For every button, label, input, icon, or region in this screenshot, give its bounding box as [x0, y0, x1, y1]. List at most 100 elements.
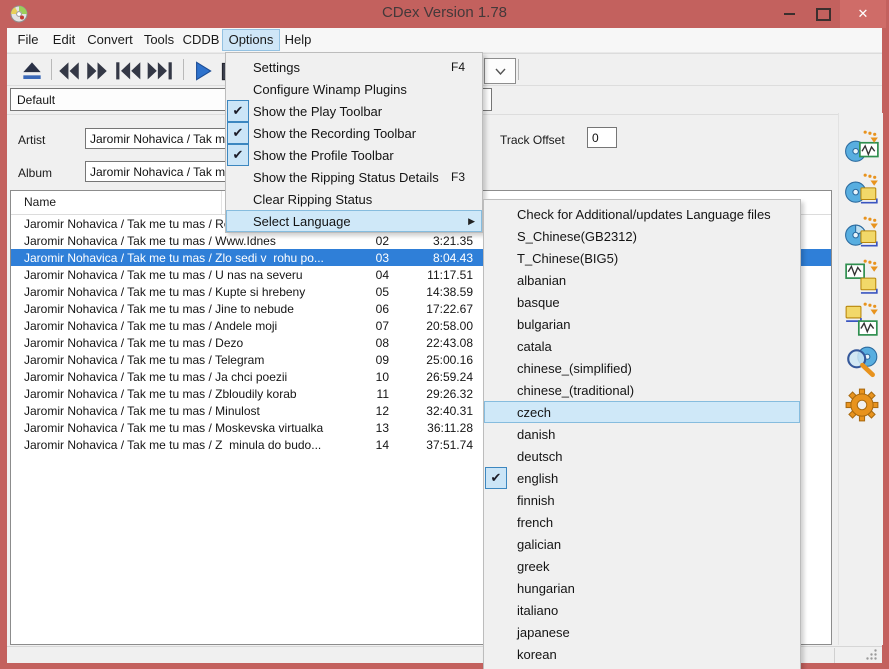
menu-item-show-the-play-toolbar[interactable]: ✔Show the Play Toolbar: [226, 100, 482, 122]
checkmark-box: ✔: [226, 144, 253, 166]
play-button[interactable]: [189, 58, 215, 82]
track-number: 14: [324, 438, 389, 452]
track-name: Jaromir Nohavica / Tak me tu mas / Andel…: [11, 319, 324, 333]
next-track-icon: [145, 58, 175, 84]
menu-gutter: [484, 357, 517, 379]
menubar-item-file[interactable]: File: [10, 29, 46, 51]
menu-item-clear-ripping-status[interactable]: Clear Ripping Status: [226, 188, 482, 210]
menu-item-danish[interactable]: danish: [484, 423, 800, 445]
extract-tracks-to-wav-button[interactable]: [843, 128, 881, 166]
menubar-item-convert[interactable]: Convert: [82, 29, 138, 51]
menu-item-korean[interactable]: korean: [484, 643, 800, 665]
close-button[interactable]: ✕: [840, 0, 886, 28]
menu-item-basque[interactable]: basque: [484, 291, 800, 313]
menubar-item-tools[interactable]: Tools: [138, 29, 180, 51]
track-start-time: 11:17.51: [389, 268, 473, 282]
play-icon: [189, 58, 215, 84]
close-icon: ✕: [858, 6, 869, 22]
menu-item-finnish[interactable]: finnish: [484, 489, 800, 511]
toolbar-separator: [51, 59, 52, 80]
track-name: Jaromir Nohavica / Tak me tu mas / Zblou…: [11, 387, 324, 401]
menu-item-check-for-additional-updates-language-files[interactable]: Check for Additional/updates Language fi…: [484, 203, 800, 225]
gear-icon: [844, 387, 880, 423]
convert-wav-to-compressed-button[interactable]: [843, 257, 881, 295]
menu-gutter: [484, 401, 517, 423]
menu-item-english[interactable]: ✔english: [484, 467, 800, 489]
next-track-button[interactable]: [145, 58, 175, 82]
settings-button[interactable]: [843, 386, 881, 424]
track-start-time: 22:43.08: [389, 336, 473, 350]
extract-partial-track-button[interactable]: [843, 214, 881, 252]
track-number: 06: [324, 302, 389, 316]
menu-item-chinese-traditional[interactable]: chinese_(traditional): [484, 379, 800, 401]
menu-item-t-chinese-big5[interactable]: T_Chinese(BIG5): [484, 247, 800, 269]
menu-item-greek[interactable]: greek: [484, 555, 800, 577]
track-start-time: 8:04.43: [389, 251, 473, 265]
previous-track-button[interactable]: [113, 58, 143, 82]
menubar-item-edit[interactable]: Edit: [46, 29, 82, 51]
menu-item-label: S_Chinese(GB2312): [517, 229, 800, 244]
convert-compressed-to-wav-button[interactable]: [843, 300, 881, 338]
menu-item-albanian[interactable]: albanian: [484, 269, 800, 291]
track-start-time: 37:51.74: [389, 438, 473, 452]
track-number: 09: [324, 353, 389, 367]
menu-item-label: Clear Ripping Status: [253, 192, 482, 207]
check-icon: ✔: [227, 122, 249, 144]
menu-item-french[interactable]: french: [484, 511, 800, 533]
menu-item-s-chinese-gb2312[interactable]: S_Chinese(GB2312): [484, 225, 800, 247]
track-name: Jaromir Nohavica / Tak me tu mas / Teleg…: [11, 353, 324, 367]
menu-gutter: [484, 291, 517, 313]
minimize-button[interactable]: [772, 0, 806, 28]
eject-button[interactable]: [19, 58, 45, 82]
menu-item-select-language[interactable]: Select Language▶: [226, 210, 482, 232]
album-label: Album: [18, 166, 52, 180]
menu-gutter: [484, 313, 517, 335]
menu-item-chinese-simplified[interactable]: chinese_(simplified): [484, 357, 800, 379]
menu-item-label: english: [517, 471, 800, 486]
track-name: Jaromir Nohavica / Tak me tu mas / Minul…: [11, 404, 324, 418]
menubar-item-cddb[interactable]: CDDB: [180, 29, 222, 51]
media-file-info-button[interactable]: [843, 343, 881, 381]
menu-item-show-the-profile-toolbar[interactable]: ✔Show the Profile Toolbar: [226, 144, 482, 166]
maximize-button[interactable]: [806, 0, 840, 28]
menu-item-italiano[interactable]: italiano: [484, 599, 800, 621]
resize-grip-icon[interactable]: [865, 648, 878, 661]
file-to-wav-icon: [844, 301, 880, 337]
menu-item-catala[interactable]: catala: [484, 335, 800, 357]
menu-item-label: finnish: [517, 493, 800, 508]
menubar-item-help[interactable]: Help: [280, 29, 316, 51]
menubar-item-options[interactable]: Options: [222, 29, 280, 51]
menu-item-czech[interactable]: czech: [484, 401, 800, 423]
extract-tracks-to-compressed-button[interactable]: [843, 171, 881, 209]
menu-item-label: albanian: [517, 273, 800, 288]
window-title: CDex Version 1.78: [0, 4, 889, 21]
rewind-button[interactable]: [56, 58, 82, 82]
toolbar-combo-dropdown[interactable]: [484, 58, 516, 84]
menu-item-settings[interactable]: SettingsF4: [226, 56, 482, 78]
menu-item-label: hungarian: [517, 581, 800, 596]
menu-item-deutsch[interactable]: deutsch: [484, 445, 800, 467]
menu-item-galician[interactable]: galician: [484, 533, 800, 555]
menu-item-label: french: [517, 515, 800, 530]
menu-item-label: Select Language: [253, 214, 468, 229]
fast-forward-button[interactable]: [84, 58, 110, 82]
checkmark-box: ✔: [484, 467, 517, 489]
menu-item-show-the-recording-toolbar[interactable]: ✔Show the Recording Toolbar: [226, 122, 482, 144]
menu-item-hungarian[interactable]: hungarian: [484, 577, 800, 599]
menu-item-japanese[interactable]: japanese: [484, 621, 800, 643]
wav-to-file-icon: [844, 258, 880, 294]
track-number: 11: [324, 387, 389, 401]
menu-item-label: bulgarian: [517, 317, 800, 332]
column-header-name: Name: [24, 195, 56, 209]
menu-item-bulgarian[interactable]: bulgarian: [484, 313, 800, 335]
track-start-time: 25:00.16: [389, 353, 473, 367]
track-offset-field[interactable]: [587, 127, 617, 148]
menu-item-show-the-ripping-status-details[interactable]: Show the Ripping Status DetailsF3: [226, 166, 482, 188]
menu-gutter: [484, 203, 517, 225]
title-bar[interactable]: CDex Version 1.78 ✕: [0, 0, 889, 28]
checkmark-box: ✔: [226, 100, 253, 122]
track-name: Jaromir Nohavica / Tak me tu mas / Z min…: [11, 438, 324, 452]
checkmark-box: ✔: [226, 122, 253, 144]
track-number: 04: [324, 268, 389, 282]
menu-item-configure-winamp-plugins[interactable]: Configure Winamp Plugins: [226, 78, 482, 100]
